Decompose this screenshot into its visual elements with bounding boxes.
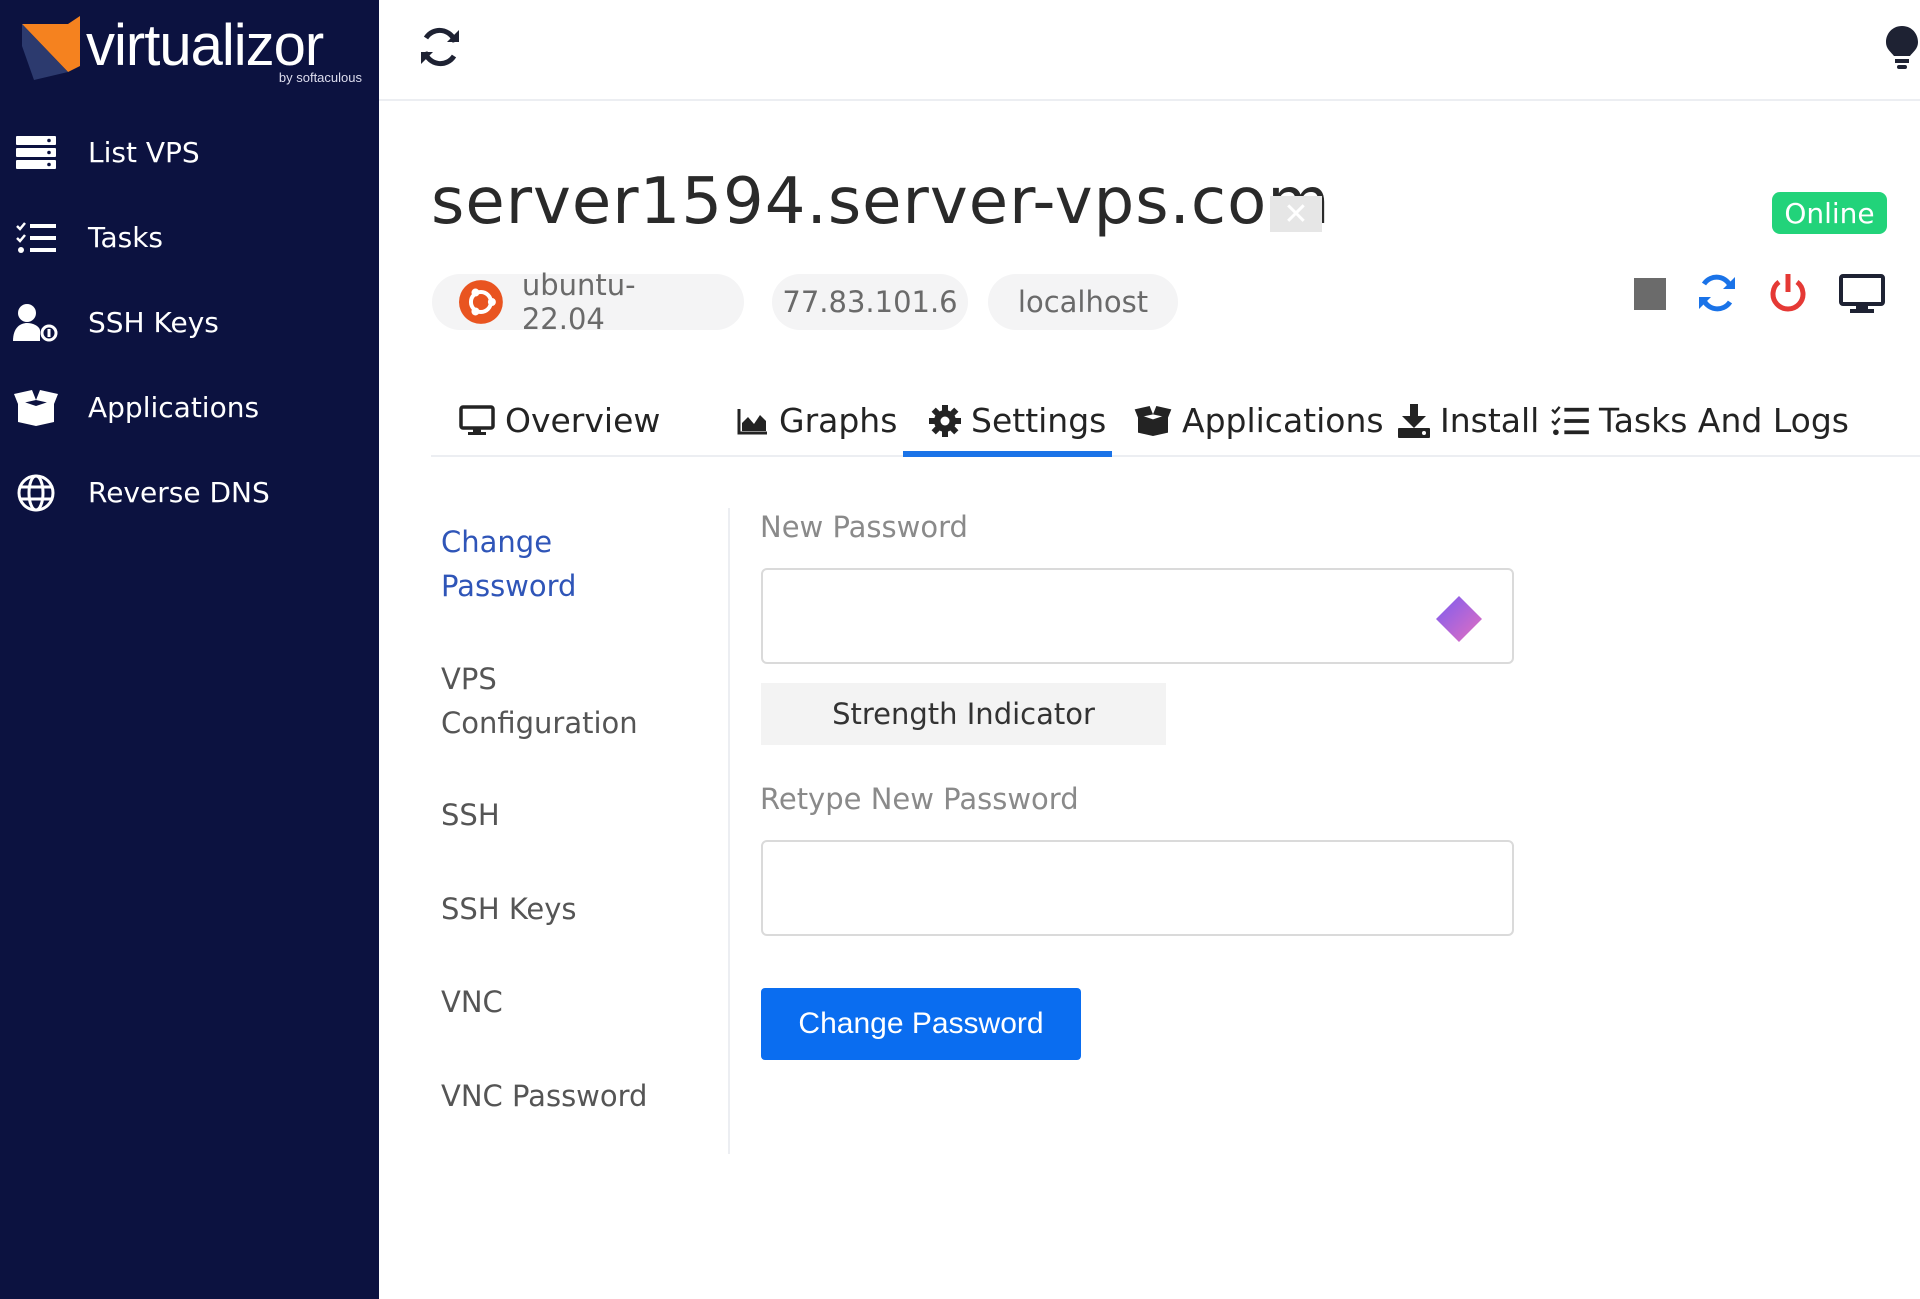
ubuntu-icon (458, 280, 503, 324)
close-icon: ✕ (1283, 196, 1309, 232)
tab-label: Settings (971, 401, 1107, 440)
tab-label: Graphs (779, 401, 898, 440)
tab-tasks-and-logs[interactable]: Tasks And Logs (1551, 384, 1849, 457)
settings-nav-change-password[interactable]: Change Password (441, 520, 576, 608)
settings-nav-ssh[interactable]: SSH (441, 793, 500, 837)
tasks-icon (12, 218, 60, 258)
stop-icon[interactable] (1632, 270, 1668, 316)
os-name: ubuntu-22.04 (521, 268, 636, 336)
box-icon (12, 388, 60, 428)
sidebar-item-label: Reverse DNS (88, 476, 270, 509)
sidebar-item-applications[interactable]: Applications (0, 365, 379, 450)
server-list-icon (12, 133, 60, 173)
tab-install[interactable]: Install (1398, 384, 1539, 457)
sidebar-item-label: List VPS (88, 136, 200, 169)
top-bar (379, 0, 1920, 101)
lightbulb-icon[interactable] (1884, 24, 1920, 70)
virtualizor-logo[interactable]: virtualizor by softaculous (22, 12, 367, 92)
password-manager-icon[interactable] (1434, 594, 1484, 644)
vps-hostname: server1594.server-vps.com (431, 165, 1331, 239)
strength-indicator: Strength Indicator (761, 683, 1166, 745)
tasks-icon (1551, 405, 1589, 435)
brand-name: virtualizor (86, 13, 324, 78)
sidebar-item-label: Tasks (88, 221, 164, 254)
new-password-label: New Password (760, 510, 968, 544)
gear-icon (929, 404, 961, 437)
settings-nav-vnc-password[interactable]: VNC Password (441, 1074, 647, 1118)
tab-label: Tasks And Logs (1599, 401, 1849, 440)
tab-graphs[interactable]: Graphs (737, 384, 897, 457)
restart-icon[interactable] (1696, 270, 1738, 316)
console-icon[interactable] (1838, 270, 1886, 316)
sidebar-item-label: SSH Keys (88, 306, 219, 339)
new-password-field[interactable] (761, 568, 1514, 664)
sidebar-nav: List VPS Tasks SSH Keys Applications Rev… (0, 110, 379, 535)
sidebar: virtualizor by softaculous List VPS Task… (0, 0, 379, 1299)
power-icon[interactable] (1767, 270, 1809, 316)
close-button[interactable]: ✕ (1270, 196, 1322, 232)
sidebar-item-ssh-keys[interactable]: SSH Keys (0, 280, 379, 365)
tab-overview[interactable]: Overview (459, 384, 660, 457)
ip-pill: 77.83.101.6 (772, 274, 968, 330)
host-name: localhost (1017, 285, 1149, 319)
refresh-icon[interactable] (417, 24, 463, 70)
sidebar-item-label: Applications (88, 391, 260, 424)
vertical-divider (728, 508, 730, 1154)
sidebar-item-reverse-dns[interactable]: Reverse DNS (0, 450, 379, 535)
user-key-icon (12, 303, 60, 343)
download-icon (1398, 403, 1430, 438)
tab-label: Overview (505, 401, 661, 440)
brand-sub: by softaculous (278, 70, 362, 85)
settings-nav-vps-configuration[interactable]: VPS Configuration (441, 657, 638, 745)
sidebar-item-tasks[interactable]: Tasks (0, 195, 379, 280)
tab-active-indicator (903, 451, 1112, 457)
settings-nav-vnc[interactable]: VNC (441, 980, 503, 1024)
retype-password-label: Retype New Password (760, 782, 1079, 816)
sidebar-item-list-vps[interactable]: List VPS (0, 110, 379, 195)
virtualizor-logo-mark (22, 16, 80, 80)
tab-settings[interactable]: Settings (929, 384, 1106, 457)
change-password-button[interactable]: Change Password (761, 988, 1081, 1060)
monitor-icon (459, 404, 495, 435)
area-chart-icon (737, 408, 767, 434)
tab-label: Applications (1182, 401, 1384, 440)
box-icon (1134, 405, 1172, 436)
settings-nav-ssh-keys[interactable]: SSH Keys (441, 887, 577, 931)
retype-password-field[interactable] (761, 840, 1514, 936)
host-pill: localhost (988, 274, 1178, 330)
tab-label: Install (1440, 401, 1540, 440)
ip-address: 77.83.101.6 (782, 285, 958, 319)
tab-applications[interactable]: Applications (1134, 384, 1384, 457)
status-badge: Online (1772, 192, 1887, 234)
globe-icon (12, 473, 60, 513)
os-pill: ubuntu-22.04 (432, 268, 744, 336)
